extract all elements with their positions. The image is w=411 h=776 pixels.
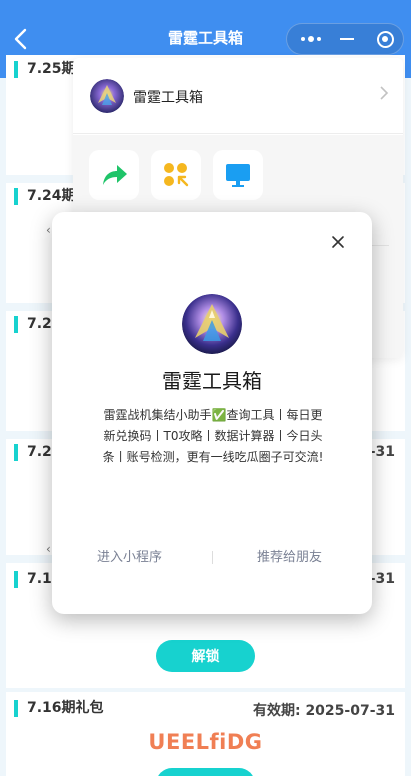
floating-window-icon	[164, 163, 189, 187]
gift-code: UEELfiDG	[148, 730, 263, 754]
card-validity: -31	[369, 444, 395, 460]
card-validity: 有效期: 2025-07-31	[252, 703, 395, 719]
share-arrow-icon	[103, 165, 127, 185]
chevron-right-icon	[379, 85, 389, 105]
floating-window-tile[interactable]	[151, 150, 201, 200]
popup-app-name: 雷霆工具箱	[162, 369, 262, 393]
menu-header[interactable]: 雷霆工具箱	[73, 58, 403, 134]
desktop-icon	[226, 164, 250, 187]
card-title: 7.16期礼包	[14, 700, 104, 717]
close-icon[interactable]	[330, 234, 346, 250]
capsule-menu	[286, 23, 404, 55]
menu-app-name: 雷霆工具箱	[133, 90, 203, 106]
unlock-button[interactable]	[156, 768, 255, 776]
card-text-fragment: ‹	[46, 223, 51, 237]
share-tile[interactable]	[89, 150, 139, 200]
more-dots-icon[interactable]	[293, 24, 329, 54]
popup-description: 雷霆战机集结小助手✅查询工具丨每日更新兑换码丨T0攻略丨数据计算器丨今日头条丨账…	[102, 408, 324, 464]
desktop-tile[interactable]	[213, 150, 263, 200]
action-separator	[212, 551, 213, 564]
recommend-to-friend-button[interactable]: 推荐给朋友	[257, 546, 322, 565]
popup-actions: 进入小程序 推荐给朋友	[52, 546, 372, 570]
app-avatar	[182, 294, 242, 354]
card-validity: -31	[369, 571, 395, 587]
mini-program-popup: 雷霆工具箱 雷霆战机集结小助手✅查询工具丨每日更新兑换码丨T0攻略丨数据计算器丨…	[52, 212, 372, 614]
card-text-fragment: ‹	[46, 542, 51, 556]
target-close-icon[interactable]	[367, 24, 403, 54]
enter-mini-program-button[interactable]: 进入小程序	[97, 546, 162, 565]
app-avatar	[90, 79, 124, 113]
minimize-icon[interactable]	[331, 24, 363, 54]
unlock-button[interactable]: 解锁	[156, 640, 255, 672]
